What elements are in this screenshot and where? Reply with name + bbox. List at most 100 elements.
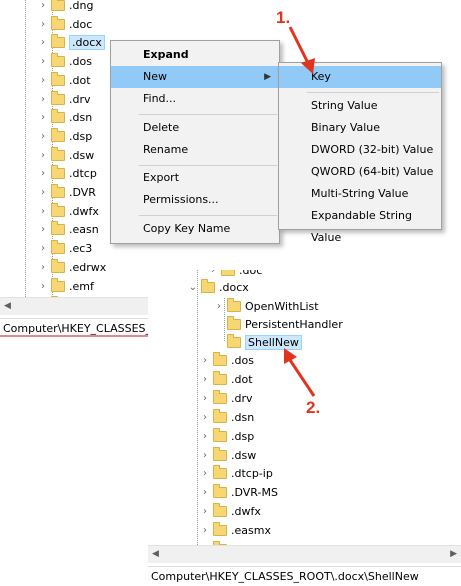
tree-item[interactable]: › .easn [38, 220, 99, 239]
tree-item-label: .dsp [69, 129, 93, 143]
step-1-label: 1. [276, 8, 291, 27]
folder-icon [51, 258, 65, 273]
tree-item[interactable]: › .DVR [38, 183, 96, 202]
tree-item-label: ShellNew [245, 335, 302, 350]
tree-item-shellnew[interactable]: ShellNew [214, 333, 302, 352]
tree-item-persistenthandler[interactable]: PersistentHandler [214, 315, 343, 334]
tree-item-label: .dtcp [69, 167, 97, 181]
tree-item[interactable]: › .dwfx [200, 502, 261, 521]
folder-icon [51, 221, 65, 236]
chevron-right-icon[interactable]: › [208, 270, 218, 276]
tree-item[interactable]: › .edrwx [38, 258, 106, 277]
submenu-item-key[interactable]: Key [279, 66, 441, 88]
folder-icon [51, 240, 65, 255]
tree-item[interactable]: › .dsp [38, 127, 92, 146]
chevron-right-icon[interactable]: › [200, 412, 210, 423]
tree-item-label: .DVR [69, 186, 96, 199]
chevron-right-icon[interactable]: › [38, 187, 48, 198]
tree-item[interactable]: › .dsn [38, 108, 92, 127]
chevron-right-icon[interactable]: › [38, 112, 48, 123]
menu-item-find[interactable]: Find... [111, 88, 279, 110]
top-horizontal-scrollbar[interactable]: ◀ [0, 297, 150, 315]
chevron-right-icon[interactable]: › [38, 150, 48, 161]
chevron-right-icon[interactable]: › [38, 19, 48, 30]
tree-item[interactable]: › .dtcp [38, 164, 97, 183]
submenu-item-binary-value[interactable]: Binary Value [279, 117, 441, 139]
folder-icon [51, 15, 65, 30]
chevron-right-icon[interactable]: › [38, 206, 48, 217]
tree-item[interactable]: › .drv [38, 90, 91, 109]
menu-item-export[interactable]: Export [111, 167, 279, 189]
tree-item[interactable]: › .easmx [200, 521, 271, 540]
chevron-right-icon[interactable]: › [200, 374, 210, 385]
chevron-right-icon[interactable]: › [38, 56, 48, 67]
chevron-right-icon[interactable]: › [38, 131, 48, 142]
status-path: Computer\HKEY_CLASSES_F [3, 322, 150, 335]
menu-item-rename[interactable]: Rename [111, 139, 279, 161]
tree-item[interactable]: › .drv [200, 389, 253, 408]
menu-item-expand[interactable]: Expand [111, 44, 279, 66]
tree-item[interactable]: › .dsp [200, 427, 254, 446]
folder-icon [213, 446, 227, 461]
chevron-right-icon[interactable]: › [38, 168, 48, 179]
chevron-right-icon[interactable]: › [200, 468, 210, 479]
chevron-right-icon[interactable]: › [38, 243, 48, 254]
tree-item[interactable]: › .dsn [200, 408, 254, 427]
tree-item[interactable]: › .dng [38, 0, 93, 15]
chevron-right-icon[interactable]: › [200, 506, 210, 517]
chevron-right-icon[interactable]: › [200, 393, 210, 404]
scroll-left-icon[interactable]: ◀ [152, 549, 159, 559]
tree-item-openwithlist[interactable]: › OpenWithList [214, 297, 319, 316]
menu-item-permissions[interactable]: Permissions... [111, 189, 279, 211]
submenu-item-expandable-string-value[interactable]: Expandable String Value [279, 205, 441, 244]
menu-item-delete[interactable]: Delete [111, 117, 279, 139]
chevron-right-icon[interactable]: › [200, 487, 210, 498]
tree-item[interactable]: › .dot [38, 71, 91, 90]
menu-item-new[interactable]: New ▶ [111, 66, 279, 88]
chevron-right-icon[interactable]: › [38, 281, 48, 292]
tree-item[interactable]: › .dsw [38, 146, 94, 165]
tree-item-label: .drv [231, 391, 253, 405]
tree-item-label: .dwfx [231, 505, 261, 519]
tree-item[interactable]: › .doc [38, 15, 92, 34]
menu-separator [139, 215, 277, 216]
tree-item-label: .dng [69, 0, 94, 12]
chevron-right-icon[interactable]: › [200, 450, 210, 461]
tree-item-docx[interactable]: ⌄ .docx [188, 278, 249, 297]
menu-item-copy-key-name[interactable]: Copy Key Name [111, 218, 279, 240]
submenu-item-qword-value[interactable]: QWORD (64-bit) Value [279, 161, 441, 183]
chevron-right-icon[interactable]: › [38, 37, 48, 48]
chevron-right-icon[interactable]: › [38, 262, 48, 273]
tree-item-label: .emf [69, 279, 94, 293]
scroll-left-icon[interactable]: ◀ [4, 301, 11, 311]
chevron-right-icon[interactable]: › [200, 355, 210, 366]
chevron-right-icon[interactable]: › [200, 431, 210, 442]
tree-item[interactable]: › .dos [200, 351, 254, 370]
tree-item[interactable]: › .docx [38, 33, 105, 52]
chevron-right-icon[interactable]: › [214, 301, 224, 312]
folder-icon [227, 298, 241, 312]
chevron-right-icon[interactable]: › [38, 75, 48, 86]
folder-icon [51, 202, 65, 217]
chevron-right-icon[interactable]: › [38, 0, 48, 11]
tree-item[interactable]: › .dot [200, 370, 253, 389]
tree-item-label: .dos [69, 55, 92, 69]
chevron-right-icon[interactable]: › [38, 224, 48, 235]
chevron-down-icon[interactable]: ⌄ [188, 282, 198, 293]
chevron-right-icon[interactable]: › [200, 525, 210, 536]
tree-item[interactable]: › .ec3 [38, 239, 92, 258]
tree-item[interactable]: › .emf [38, 277, 94, 296]
tree-item[interactable]: › .dsw [200, 446, 256, 465]
submenu-item-string-value[interactable]: String Value [279, 95, 441, 117]
tree-item[interactable]: › .dwfx [38, 202, 99, 221]
tree-item[interactable]: › .DVR-MS [200, 483, 278, 502]
folder-icon [221, 270, 235, 276]
tree-item[interactable]: › .dtcp-ip [200, 464, 273, 483]
scroll-right-icon[interactable]: ▶ [450, 549, 457, 559]
tree-item[interactable]: › .dos [38, 52, 92, 71]
submenu-item-multi-string-value[interactable]: Multi-String Value [279, 183, 441, 205]
menu-item-new-label: New [143, 70, 167, 83]
bottom-horizontal-scrollbar[interactable]: ◀ ▶ [148, 545, 461, 563]
chevron-right-icon[interactable]: › [38, 94, 48, 105]
submenu-item-dword-value[interactable]: DWORD (32-bit) Value [279, 139, 441, 161]
